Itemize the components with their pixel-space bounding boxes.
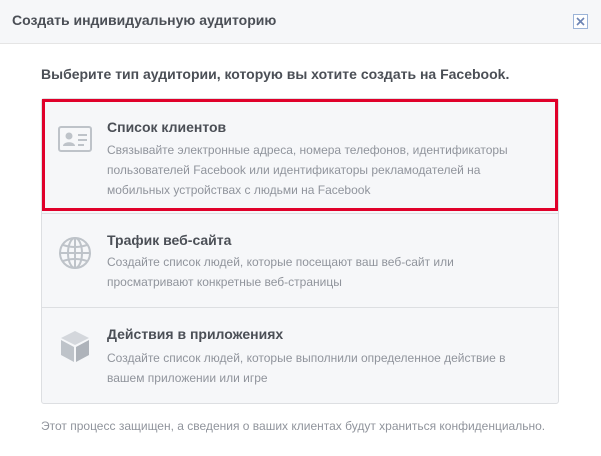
- option-title: Список клиентов: [107, 119, 227, 135]
- option-app-activity[interactable]: Действия в приложениях Создайте список л…: [42, 307, 558, 403]
- option-description: Создайте список людей, которые посещают …: [107, 255, 454, 289]
- option-website-traffic[interactable]: Трафик веб-сайта Создайте список людей, …: [42, 213, 558, 307]
- create-custom-audience-dialog: Создать индивидуальную аудиторию Выберит…: [0, 0, 601, 456]
- privacy-note: Этот процесс защищен, а сведения о ваших…: [41, 419, 546, 433]
- audience-type-prompt: Выберите тип аудитории, которую вы хотит…: [41, 66, 510, 82]
- globe-icon: [59, 237, 91, 269]
- close-button[interactable]: [573, 14, 588, 29]
- option-customer-list[interactable]: Список клиентов Связывайте электронные а…: [42, 99, 558, 213]
- contact-card-icon: [58, 126, 92, 152]
- close-icon: [576, 17, 585, 26]
- cube-icon: [61, 331, 89, 362]
- dialog-title: Создать индивидуальную аудиторию: [12, 12, 277, 28]
- option-title: Трафик веб-сайта: [107, 232, 232, 248]
- option-description: Связывайте электронные адреса, номера те…: [107, 143, 508, 197]
- audience-type-options: Список клиентов Связывайте электронные а…: [41, 98, 559, 404]
- option-title: Действия в приложениях: [107, 326, 284, 342]
- option-description: Создайте список людей, которые выполнили…: [107, 351, 506, 385]
- dialog-header: Создать индивидуальную аудиторию: [0, 0, 601, 44]
